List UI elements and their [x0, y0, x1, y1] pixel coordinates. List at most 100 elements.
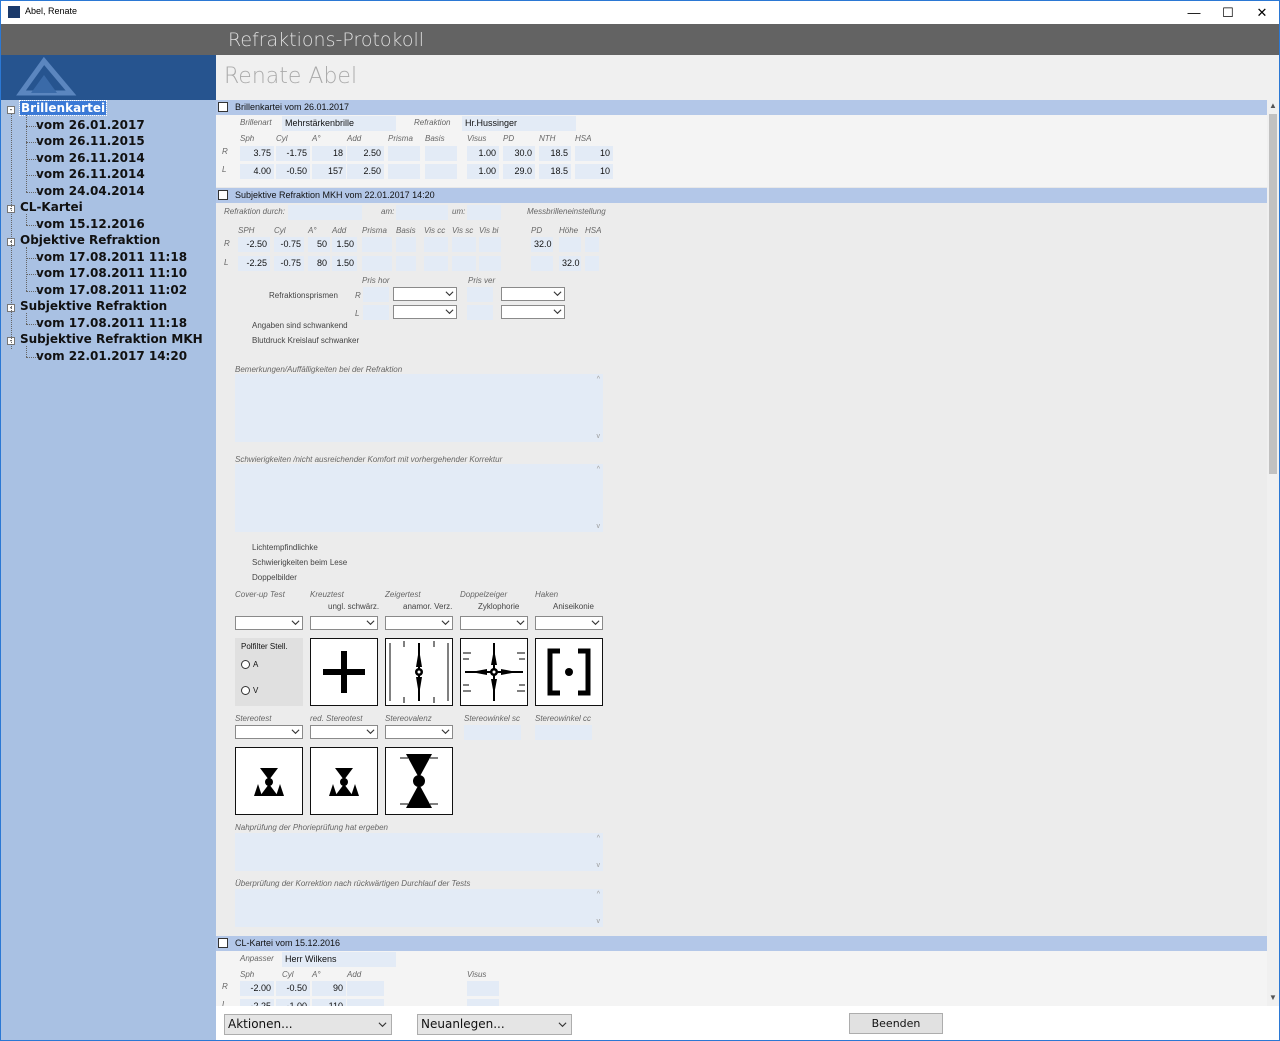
tree-item[interactable]: vom 17.08.2011 11:18	[36, 316, 187, 330]
stereo-select[interactable]	[235, 725, 303, 739]
prisma-field[interactable]	[363, 287, 389, 302]
value-field-add[interactable]: 1.50	[332, 237, 357, 252]
hsa-field[interactable]	[585, 256, 599, 271]
stereo-select[interactable]	[310, 725, 378, 739]
value-field-visus[interactable]: 1.00	[467, 164, 499, 179]
tree-item[interactable]: vom 17.08.2011 11:02	[36, 283, 187, 297]
value-field-cyl[interactable]: -0.75	[274, 256, 304, 271]
value-field-a[interactable]: 80	[308, 256, 330, 271]
ueber-textarea[interactable]: ^ v	[235, 889, 603, 927]
value-field-hsa[interactable]: 10	[575, 146, 613, 161]
tree-item[interactable]: vom 24.04.2014	[36, 184, 145, 198]
section-header-brillenkartei[interactable]: Brillenkartei vom 26.01.2017	[216, 100, 1267, 115]
value-field-a[interactable]: 110	[312, 999, 346, 1006]
test-tile[interactable]	[460, 638, 528, 706]
value-field[interactable]	[347, 999, 384, 1006]
value-field[interactable]	[452, 237, 476, 252]
basis-select[interactable]	[393, 287, 457, 301]
scroll-down-icon[interactable]: v	[597, 523, 601, 530]
scroll-down-icon[interactable]: ▼	[1269, 993, 1277, 1002]
value-field[interactable]	[347, 981, 384, 996]
tree-item[interactable]: vom 26.11.2014	[36, 167, 145, 181]
value-field-cyl[interactable]: -1.00	[276, 999, 310, 1006]
radio-v[interactable]	[241, 686, 250, 695]
tree-item[interactable]: vom 17.08.2011 11:18	[36, 250, 187, 264]
stereo-tile[interactable]	[235, 747, 303, 815]
value-field-visus[interactable]: 1.00	[467, 146, 499, 161]
value-field-sph[interactable]: -2.50	[238, 237, 270, 252]
test-select[interactable]	[235, 616, 303, 630]
test-tile[interactable]	[535, 638, 603, 706]
prisma-field[interactable]	[363, 305, 389, 320]
test-select[interactable]	[310, 616, 378, 630]
stereowinkel-field[interactable]	[535, 725, 592, 740]
value-field-cyl[interactable]: -0.50	[276, 981, 310, 996]
section-checkbox[interactable]	[218, 938, 228, 948]
value-field[interactable]	[479, 256, 501, 271]
scroll-up-icon[interactable]: ^	[597, 891, 600, 898]
prisma-field[interactable]	[467, 305, 493, 320]
tree-group-4[interactable]: Subjektive Refraktion MKH	[20, 332, 203, 346]
value-field-add[interactable]: 2.50	[347, 164, 384, 179]
value-field-cyl[interactable]: -0.75	[274, 237, 304, 252]
refraktion-field[interactable]: Hr.Hussinger	[462, 116, 576, 131]
value-field-prisma[interactable]	[388, 164, 420, 179]
test-select[interactable]	[460, 616, 528, 630]
scroll-down-icon[interactable]: v	[597, 862, 601, 869]
brillenart-field[interactable]: Mehrstärkenbrille	[282, 116, 396, 131]
bemerkungen-textarea[interactable]: ^ v	[235, 374, 603, 442]
section-header-mkh[interactable]: Subjektive Refraktion MKH vom 22.01.2017…	[216, 188, 1267, 203]
scroll-up-icon[interactable]: ^	[597, 466, 600, 473]
pd-field[interactable]: 32.0	[531, 237, 553, 252]
value-field[interactable]	[467, 981, 499, 996]
value-field[interactable]	[362, 237, 392, 252]
scroll-down-icon[interactable]: v	[597, 918, 601, 925]
value-field-sph[interactable]: 4.00	[240, 164, 274, 179]
tree-item[interactable]: vom 26.11.2015	[36, 134, 145, 148]
vertical-scrollbar[interactable]: ▲ ▼	[1267, 100, 1279, 1006]
scrollbar-thumb[interactable]	[1269, 114, 1277, 474]
value-field[interactable]	[362, 256, 392, 271]
value-field-a[interactable]: 157	[312, 164, 346, 179]
stereo-tile[interactable]	[310, 747, 378, 815]
value-field-nth[interactable]: 18.5	[539, 164, 571, 179]
radio-a[interactable]	[241, 660, 250, 669]
tree-toggle[interactable]: -	[7, 106, 15, 114]
aktionen-dropdown[interactable]: Aktionen...	[224, 1014, 392, 1035]
scroll-down-icon[interactable]: v	[597, 433, 601, 440]
prisma-field[interactable]	[467, 287, 493, 302]
minimize-button[interactable]: —	[1177, 1, 1211, 24]
scroll-up-icon[interactable]: ▲	[1269, 101, 1277, 110]
am-field[interactable]	[396, 205, 448, 220]
tree-group-0[interactable]: Brillenkartei	[18, 100, 108, 116]
value-field-sph[interactable]: -2.00	[240, 981, 274, 996]
beenden-button[interactable]: Beenden	[849, 1013, 943, 1034]
value-field-add[interactable]: 1.50	[332, 256, 357, 271]
schwierigkeiten-textarea[interactable]: ^ v	[235, 464, 603, 532]
test-tile[interactable]	[385, 638, 453, 706]
neuanlegen-dropdown[interactable]: Neuanlegen...	[417, 1014, 572, 1035]
section-checkbox[interactable]	[218, 190, 228, 200]
value-field[interactable]	[467, 999, 499, 1006]
tree-group-2[interactable]: Objektive Refraktion	[20, 233, 160, 247]
value-field[interactable]	[396, 237, 416, 252]
value-field-sph[interactable]: -2.25	[240, 999, 274, 1006]
scroll-up-icon[interactable]: ^	[597, 835, 600, 842]
basis-select[interactable]	[501, 287, 565, 301]
test-tile[interactable]	[310, 638, 378, 706]
value-field-prisma[interactable]	[388, 146, 420, 161]
value-field[interactable]	[424, 256, 448, 271]
value-field[interactable]	[424, 237, 448, 252]
value-field-sph[interactable]: 3.75	[240, 146, 274, 161]
value-field-nth[interactable]: 18.5	[539, 146, 571, 161]
value-field-basis[interactable]	[425, 164, 457, 179]
nah-textarea[interactable]: ^ v	[235, 833, 603, 871]
close-button[interactable]: ✕	[1245, 1, 1279, 24]
basis-select[interactable]	[393, 305, 457, 319]
maximize-button[interactable]: ☐	[1211, 1, 1245, 24]
tree-item[interactable]: vom 22.01.2017 14:20	[36, 349, 187, 363]
tree-group-1[interactable]: CL-Kartei	[20, 200, 83, 214]
value-field-pd[interactable]: 29.0	[503, 164, 535, 179]
value-field-hsa[interactable]: 10	[575, 164, 613, 179]
value-field[interactable]	[396, 256, 416, 271]
